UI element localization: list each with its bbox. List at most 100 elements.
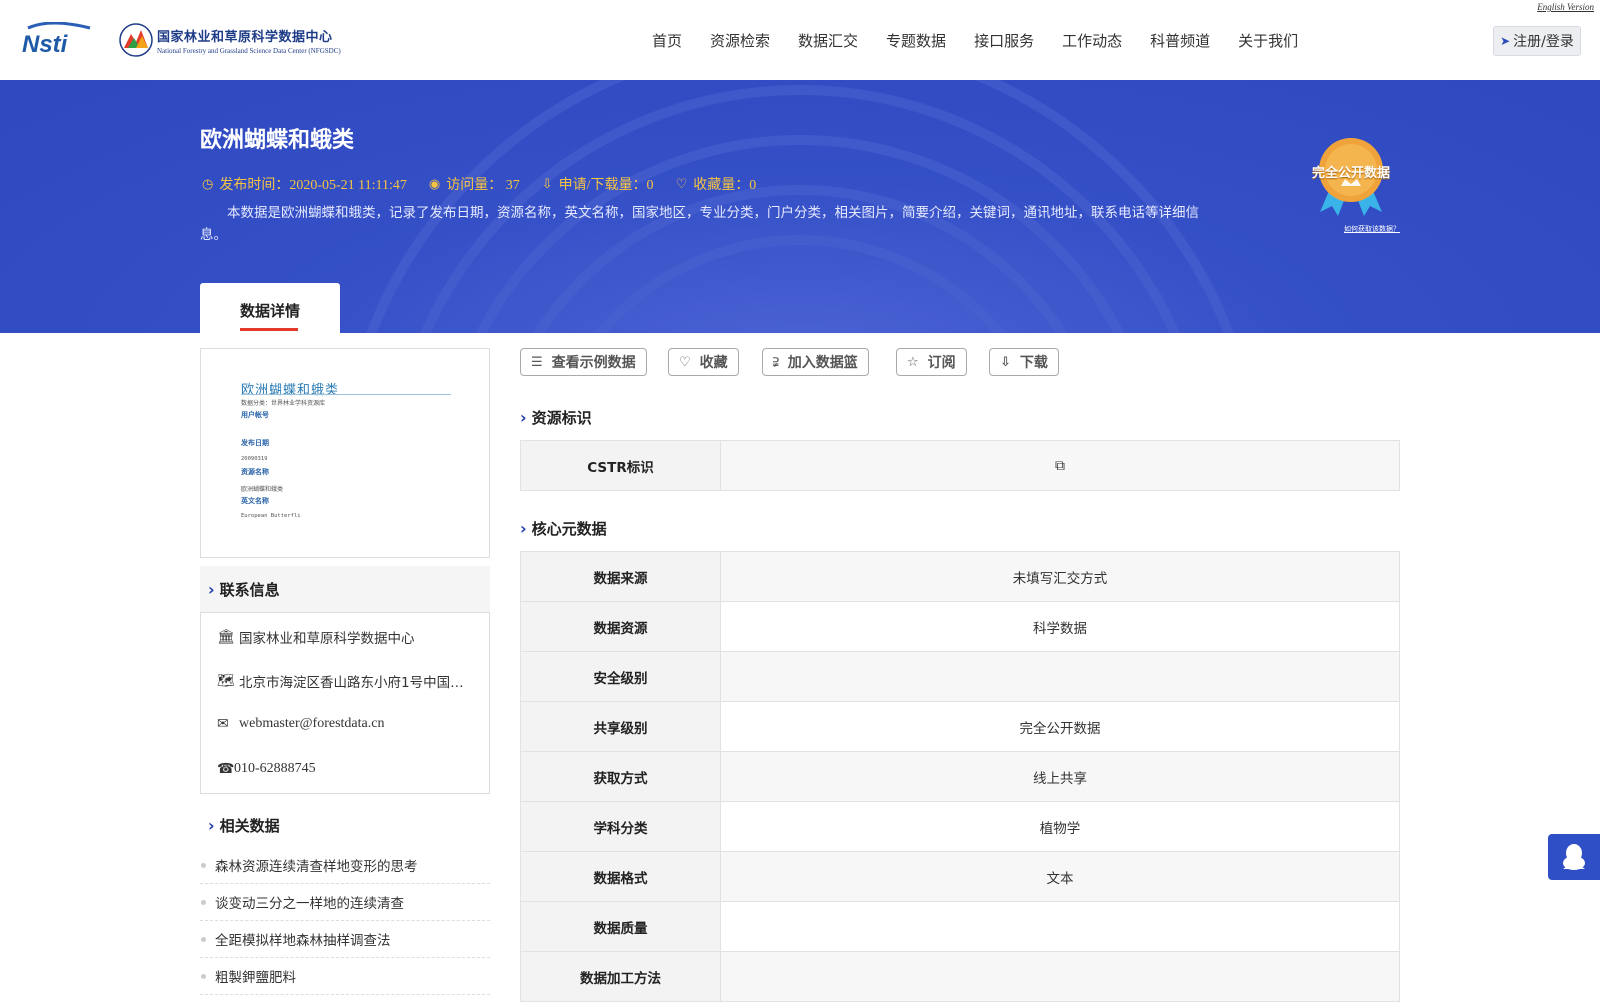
- meta-key: 数据资源: [520, 601, 721, 652]
- preview-en-label: 英文名称: [241, 497, 269, 505]
- meta-value: 完全公开数据: [720, 701, 1400, 752]
- table-row: 安全级别: [520, 651, 1400, 702]
- favorite-button[interactable]: ♡ 收藏: [668, 348, 739, 376]
- resource-id-heading-text: 资源标识: [531, 409, 592, 427]
- favorite-label: 收藏: [699, 355, 728, 371]
- chevron-right-icon: ›: [520, 408, 527, 427]
- meta-key: 学科分类: [520, 801, 721, 852]
- table-row: 共享级别 完全公开数据: [520, 701, 1400, 752]
- tab-data-details[interactable]: 数据详情: [200, 283, 340, 333]
- nav-home[interactable]: 首页: [652, 30, 682, 51]
- contact-address-text: 北京市海淀区香山路东小府1号中国林业科学研究院: [239, 675, 471, 691]
- top-header: English Version Nsti 国家林业和草原科学数据中心 Natio…: [0, 0, 1600, 80]
- related-item-text: 全距模拟样地森林抽样调查法: [215, 933, 391, 949]
- copy-icon[interactable]: ⧉: [1055, 458, 1065, 474]
- nav-api-service[interactable]: 接口服务: [974, 30, 1034, 51]
- view-sample-button[interactable]: ☰ 查看示例数据: [520, 348, 647, 376]
- contact-phone: ☎ 010-62888745: [217, 761, 316, 777]
- star-icon: ☆: [907, 354, 919, 370]
- heart-icon: ♡: [675, 176, 688, 191]
- contact-phone-text: 010-62888745: [234, 761, 316, 776]
- preview-user-label: 用户帐号: [241, 411, 269, 419]
- related-heading-text: 相关数据: [219, 816, 280, 835]
- add-to-basket-label: 加入数据篮: [787, 355, 858, 371]
- heart-icon: ♡: [679, 354, 691, 370]
- download-button[interactable]: ⇩ 下载: [989, 348, 1059, 376]
- site-name-en: National Forestry and Grassland Science …: [157, 47, 341, 55]
- publish-time-text: 发布时间：2020-05-21 11:11:47: [219, 178, 407, 193]
- core-meta-heading: › 核心元数据: [520, 518, 607, 539]
- nav-data-submission[interactable]: 数据汇交: [798, 30, 858, 51]
- chevron-right-icon: ›: [520, 519, 527, 538]
- svg-text:Nsti: Nsti: [22, 31, 69, 56]
- favorite-count-text: 收藏量：0: [693, 178, 757, 193]
- share-icon: ⫌: [773, 354, 779, 370]
- meta-value: 科学数据: [720, 601, 1400, 652]
- login-label: 注册/登录: [1513, 34, 1574, 50]
- open-data-badge-label: 完全公开数据: [1311, 166, 1390, 181]
- chevron-right-icon: ›: [208, 579, 215, 599]
- download-icon: ⇩: [541, 176, 553, 191]
- related-item[interactable]: 谈变动三分之一样地的连续清查: [200, 884, 490, 921]
- nav-resource-search[interactable]: 资源检索: [710, 30, 770, 51]
- subscribe-button[interactable]: ☆ 订阅: [896, 348, 967, 376]
- envelope-icon: ✉: [217, 716, 229, 732]
- bank-icon: 🏛: [217, 629, 235, 645]
- add-to-basket-button[interactable]: ⫌ 加入数据篮: [762, 348, 869, 376]
- nav-about[interactable]: 关于我们: [1238, 30, 1298, 51]
- phone-icon: ☎: [217, 761, 235, 777]
- meta-key: 数据来源: [520, 551, 721, 602]
- qq-chat-button[interactable]: [1548, 834, 1600, 880]
- nav-thematic-data[interactable]: 专题数据: [886, 30, 946, 51]
- download-icon: ⇩: [1000, 354, 1011, 370]
- eye-icon: ◉: [428, 176, 441, 191]
- download-count: ⇩ 申请/下载量：0: [542, 174, 654, 194]
- tab-data-details-label: 数据详情: [239, 302, 300, 320]
- english-version-link[interactable]: English Version: [1537, 2, 1594, 12]
- dataset-title: 欧洲蝴蝶和蛾类: [200, 128, 355, 153]
- core-meta-heading-text: 核心元数据: [531, 520, 607, 538]
- bullet-icon: [201, 973, 206, 979]
- meta-value: [720, 901, 1400, 952]
- chevron-right-icon: ›: [208, 815, 215, 835]
- dataset-description: 本数据是欧洲蝴蝶和蛾类，记录了发布日期，资源名称，英文名称，国家地区，专业分类，…: [200, 205, 1199, 243]
- site-name: 国家林业和草原科学数据中心 National Forestry and Gras…: [157, 26, 341, 55]
- contact-email-text[interactable]: webmaster@forestdata.cn: [239, 716, 384, 732]
- preview-name-label: 资源名称: [241, 468, 269, 476]
- preview-category: 数据分类：世界林业学科资源库: [241, 400, 326, 407]
- nav-science[interactable]: 科普频道: [1150, 30, 1210, 51]
- related-item[interactable]: 粗製鉀鹽肥料: [200, 958, 490, 995]
- contact-heading-text: 联系信息: [219, 580, 280, 599]
- related-item[interactable]: 森林资源连续清查样地变形的思考: [200, 847, 490, 884]
- table-row: 数据格式 文本: [520, 851, 1400, 902]
- nav-news[interactable]: 工作动态: [1062, 30, 1122, 51]
- meta-value: 未填写汇交方式: [720, 551, 1400, 602]
- map-icon: 🗺: [217, 673, 235, 689]
- preview-en-value: European Butterfli: [241, 513, 301, 519]
- bullet-icon: [201, 899, 206, 905]
- contact-org: 🏛 国家林业和草原科学数据中心: [217, 627, 415, 647]
- contact-org-text: 国家林业和草原科学数据中心: [239, 631, 415, 647]
- nsti-logo[interactable]: Nsti: [20, 22, 98, 56]
- data-preview-card[interactable]: 欧洲蝴蝶和蛾类 数据分类：世界林业学科资源库 用户帐号 发布日期 2009031…: [200, 348, 490, 558]
- ngsdc-emblem[interactable]: [118, 22, 154, 58]
- preview-date-label: 发布日期: [241, 439, 269, 447]
- view-sample-label: 查看示例数据: [551, 355, 636, 371]
- sign-in-icon: ➤: [1500, 34, 1511, 48]
- meta-key: 获取方式: [520, 751, 721, 802]
- clock-icon: ◷: [202, 176, 214, 191]
- publish-time: ◷ 发布时间：2020-05-21 11:11:47: [202, 174, 407, 194]
- related-item-text: 粗製鉀鹽肥料: [215, 970, 296, 986]
- dataset-banner: 欧洲蝴蝶和蛾类 ◷ 发布时间：2020-05-21 11:11:47 ◉ 访问量…: [0, 80, 1600, 333]
- login-button[interactable]: ➤ 注册/登录: [1493, 26, 1581, 56]
- favorite-count: ♡ 收藏量：0: [676, 174, 757, 194]
- preview-date-value: 20090319: [241, 456, 268, 462]
- contact-address: 🗺 北京市海淀区香山路东小府1号中国林业科学研究院: [217, 671, 471, 691]
- table-row: 数据质量: [520, 901, 1400, 952]
- related-item[interactable]: 全距模拟样地森林抽样调查法: [200, 921, 490, 958]
- active-tab-underline: [240, 328, 298, 331]
- how-to-get-link[interactable]: 如何获取该数据？: [1344, 224, 1400, 234]
- cstr-value: ⧉: [720, 440, 1400, 491]
- table-row: 学科分类 植物学: [520, 801, 1400, 852]
- related-list: 森林资源连续清查样地变形的思考 谈变动三分之一样地的连续清查 全距模拟样地森林抽…: [200, 847, 490, 995]
